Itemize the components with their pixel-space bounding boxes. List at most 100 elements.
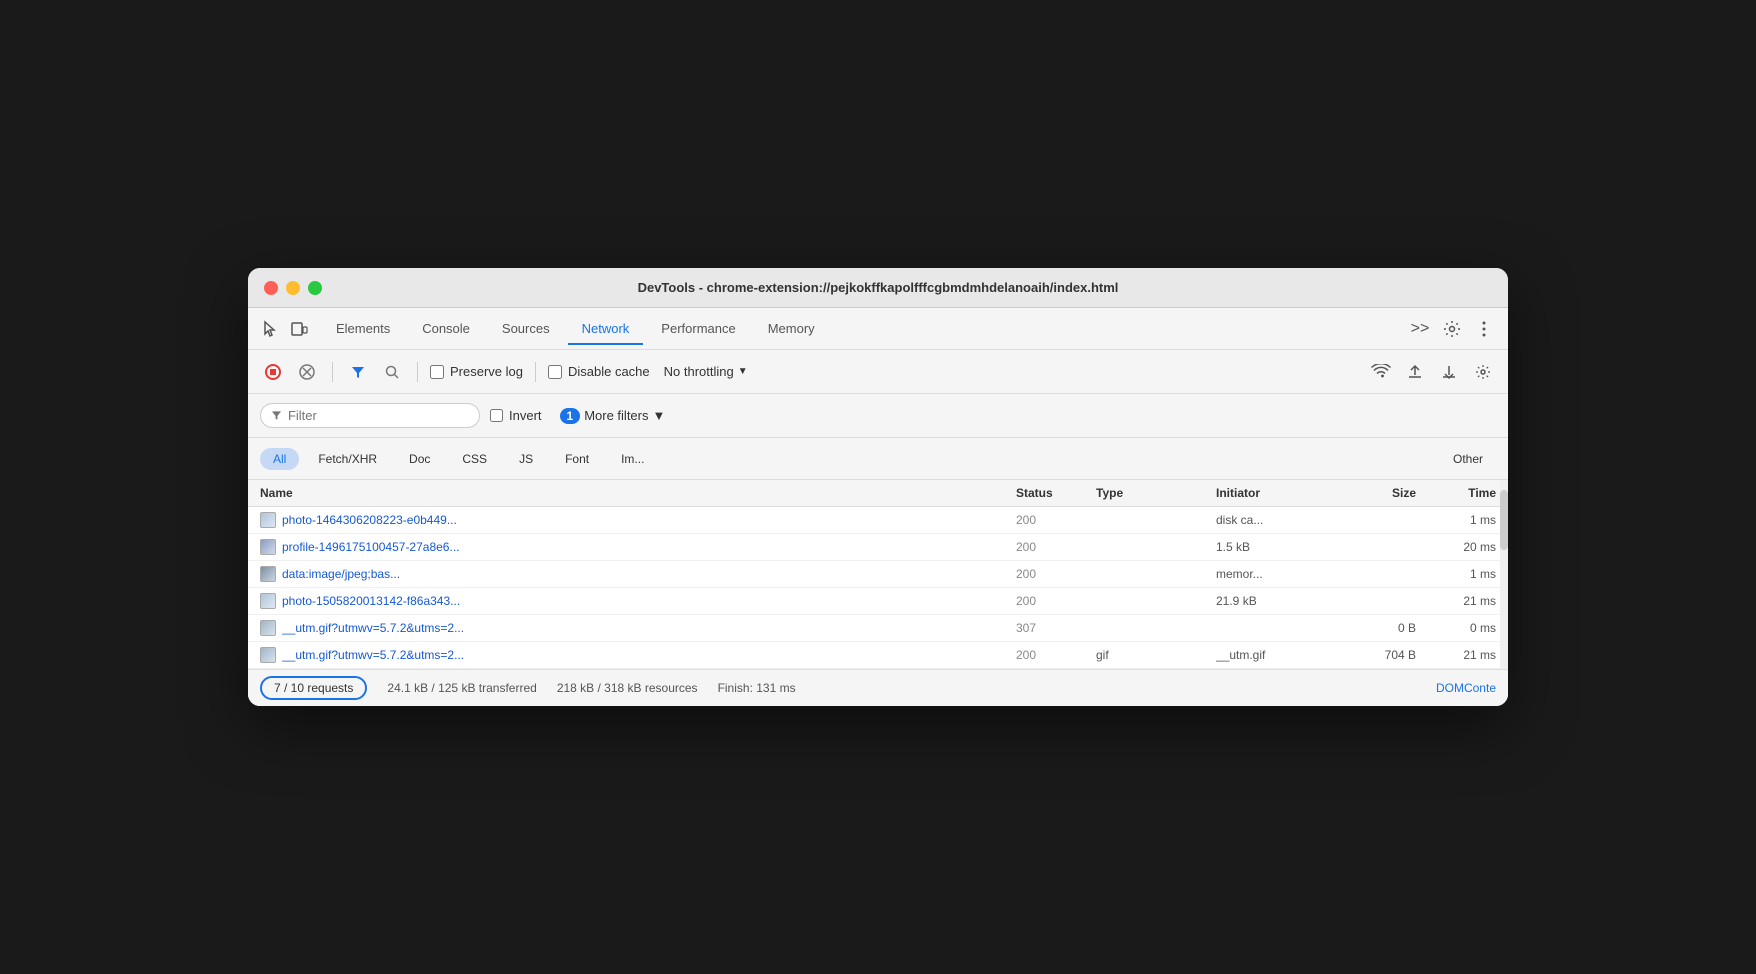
preserve-log-label[interactable]: Preserve log bbox=[430, 364, 523, 379]
row-initiator-5: __utm.gif bbox=[1216, 648, 1336, 662]
tab-console[interactable]: Console bbox=[408, 313, 484, 344]
row-name-1: profile-1496175100457-27a8e6... bbox=[260, 539, 1016, 555]
more-filters-button[interactable]: 1 More filters ▼ bbox=[552, 406, 674, 426]
scrollbar-thumb[interactable] bbox=[1500, 490, 1508, 550]
more-tabs-button[interactable]: >> bbox=[1408, 317, 1432, 341]
table-row[interactable]: data:image/jpeg;bas... 200 memor... 1 ms bbox=[248, 561, 1508, 588]
row-name-4: __utm.gif?utmwv=5.7.2&utms=2... bbox=[260, 620, 1016, 636]
row-status-5: 200 bbox=[1016, 648, 1096, 662]
settings-icon[interactable] bbox=[1440, 317, 1464, 341]
status-domconte: DOMConte bbox=[1436, 681, 1496, 695]
filter-button[interactable] bbox=[345, 359, 371, 385]
row-time-0: 1 ms bbox=[1416, 513, 1496, 527]
row-name-3: photo-1505820013142-f86a343... bbox=[260, 593, 1016, 609]
clear-button[interactable] bbox=[294, 359, 320, 385]
row-type-5: gif bbox=[1096, 648, 1216, 662]
cursor-icon[interactable] bbox=[260, 318, 282, 340]
scrollbar[interactable] bbox=[1500, 480, 1508, 669]
tabs-right-icons: >> bbox=[1408, 317, 1496, 341]
row-status-2: 200 bbox=[1016, 567, 1096, 581]
disable-cache-label[interactable]: Disable cache bbox=[548, 364, 650, 379]
wifi-icon[interactable] bbox=[1368, 359, 1394, 385]
col-header-size: Size bbox=[1336, 486, 1416, 500]
table-row[interactable]: __utm.gif?utmwv=5.7.2&utms=2... 200 gif … bbox=[248, 642, 1508, 669]
row-icon-2 bbox=[260, 566, 276, 582]
type-img-button[interactable]: Im... bbox=[608, 448, 657, 470]
type-css-button[interactable]: CSS bbox=[449, 448, 500, 470]
more-options-icon[interactable] bbox=[1472, 317, 1496, 341]
col-header-initiator: Initiator bbox=[1216, 486, 1336, 500]
search-button[interactable] bbox=[379, 359, 405, 385]
row-status-4: 307 bbox=[1016, 621, 1096, 635]
filter-input[interactable] bbox=[288, 408, 469, 423]
row-icon-3 bbox=[260, 593, 276, 609]
window-title: DevTools - chrome-extension://pejkokffka… bbox=[638, 280, 1119, 295]
row-status-3: 200 bbox=[1016, 594, 1096, 608]
row-name-2: data:image/jpeg;bas... bbox=[260, 566, 1016, 582]
table-row[interactable]: photo-1464306208223-e0b449... 200 disk c… bbox=[248, 507, 1508, 534]
col-header-name: Name bbox=[260, 486, 1016, 500]
table-row[interactable]: photo-1505820013142-f86a343... 200 21.9 … bbox=[248, 588, 1508, 615]
type-all-button[interactable]: All bbox=[260, 448, 299, 470]
row-initiator-0: disk ca... bbox=[1216, 513, 1336, 527]
table-area: Name Status Type Initiator Size Time pho… bbox=[248, 480, 1508, 669]
tab-sources[interactable]: Sources bbox=[488, 313, 564, 344]
download-icon[interactable] bbox=[1436, 359, 1462, 385]
tab-performance[interactable]: Performance bbox=[647, 313, 749, 344]
disable-cache-checkbox[interactable] bbox=[548, 365, 562, 379]
tab-network[interactable]: Network bbox=[568, 313, 644, 344]
type-doc-button[interactable]: Doc bbox=[396, 448, 443, 470]
upload-icon[interactable] bbox=[1402, 359, 1428, 385]
status-transferred: 24.1 kB / 125 kB transferred bbox=[387, 681, 536, 695]
table-header: Name Status Type Initiator Size Time bbox=[248, 480, 1508, 507]
row-icon-0 bbox=[260, 512, 276, 528]
close-button[interactable] bbox=[264, 281, 278, 295]
settings2-icon[interactable] bbox=[1470, 359, 1496, 385]
row-status-1: 200 bbox=[1016, 540, 1096, 554]
traffic-lights bbox=[264, 281, 322, 295]
row-name-5: __utm.gif?utmwv=5.7.2&utms=2... bbox=[260, 647, 1016, 663]
tab-icon-group bbox=[260, 318, 310, 340]
col-header-type: Type bbox=[1096, 486, 1216, 500]
invert-label[interactable]: Invert bbox=[490, 408, 542, 423]
filter-input-wrap[interactable] bbox=[260, 403, 480, 428]
col-header-status: Status bbox=[1016, 486, 1096, 500]
devtools-panel: Elements Console Sources Network Perform… bbox=[248, 308, 1508, 706]
filter-row: Invert 1 More filters ▼ bbox=[248, 394, 1508, 438]
row-time-5: 21 ms bbox=[1416, 648, 1496, 662]
col-header-time: Time bbox=[1416, 486, 1496, 500]
row-time-1: 20 ms bbox=[1416, 540, 1496, 554]
type-js-button[interactable]: JS bbox=[506, 448, 546, 470]
network-table: Name Status Type Initiator Size Time pho… bbox=[248, 480, 1508, 669]
type-font-button[interactable]: Font bbox=[552, 448, 602, 470]
throttle-select[interactable]: No throttling ▼ bbox=[658, 362, 754, 381]
row-time-2: 1 ms bbox=[1416, 567, 1496, 581]
devtools-window: DevTools - chrome-extension://pejkokffka… bbox=[248, 268, 1508, 706]
row-initiator-3: 21.9 kB bbox=[1216, 594, 1336, 608]
type-fetchxhr-button[interactable]: Fetch/XHR bbox=[305, 448, 390, 470]
tab-elements[interactable]: Elements bbox=[322, 313, 404, 344]
tab-memory[interactable]: Memory bbox=[754, 313, 829, 344]
toolbar-divider-1 bbox=[332, 362, 333, 382]
minimize-button[interactable] bbox=[286, 281, 300, 295]
table-row[interactable]: profile-1496175100457-27a8e6... 200 1.5 … bbox=[248, 534, 1508, 561]
maximize-button[interactable] bbox=[308, 281, 322, 295]
invert-checkbox[interactable] bbox=[490, 409, 503, 422]
filter-funnel-icon bbox=[271, 410, 282, 422]
row-time-3: 21 ms bbox=[1416, 594, 1496, 608]
tabs-row: Elements Console Sources Network Perform… bbox=[248, 308, 1508, 350]
row-initiator-1: 1.5 kB bbox=[1216, 540, 1336, 554]
row-name-0: photo-1464306208223-e0b449... bbox=[260, 512, 1016, 528]
status-requests: 7 / 10 requests bbox=[260, 676, 367, 700]
row-icon-1 bbox=[260, 539, 276, 555]
stop-recording-button[interactable] bbox=[260, 359, 286, 385]
throttle-arrow-icon: ▼ bbox=[738, 366, 748, 377]
table-row[interactable]: __utm.gif?utmwv=5.7.2&utms=2... 307 0 B … bbox=[248, 615, 1508, 642]
preserve-log-checkbox[interactable] bbox=[430, 365, 444, 379]
type-filter-row: All Fetch/XHR Doc CSS JS Font Im... Othe… bbox=[248, 438, 1508, 480]
status-finish: Finish: 131 ms bbox=[718, 681, 796, 695]
toolbar-divider-3 bbox=[535, 362, 536, 382]
type-other-button[interactable]: Other bbox=[1440, 448, 1496, 470]
device-icon[interactable] bbox=[288, 318, 310, 340]
toolbar-row: Preserve log Disable cache No throttling… bbox=[248, 350, 1508, 394]
